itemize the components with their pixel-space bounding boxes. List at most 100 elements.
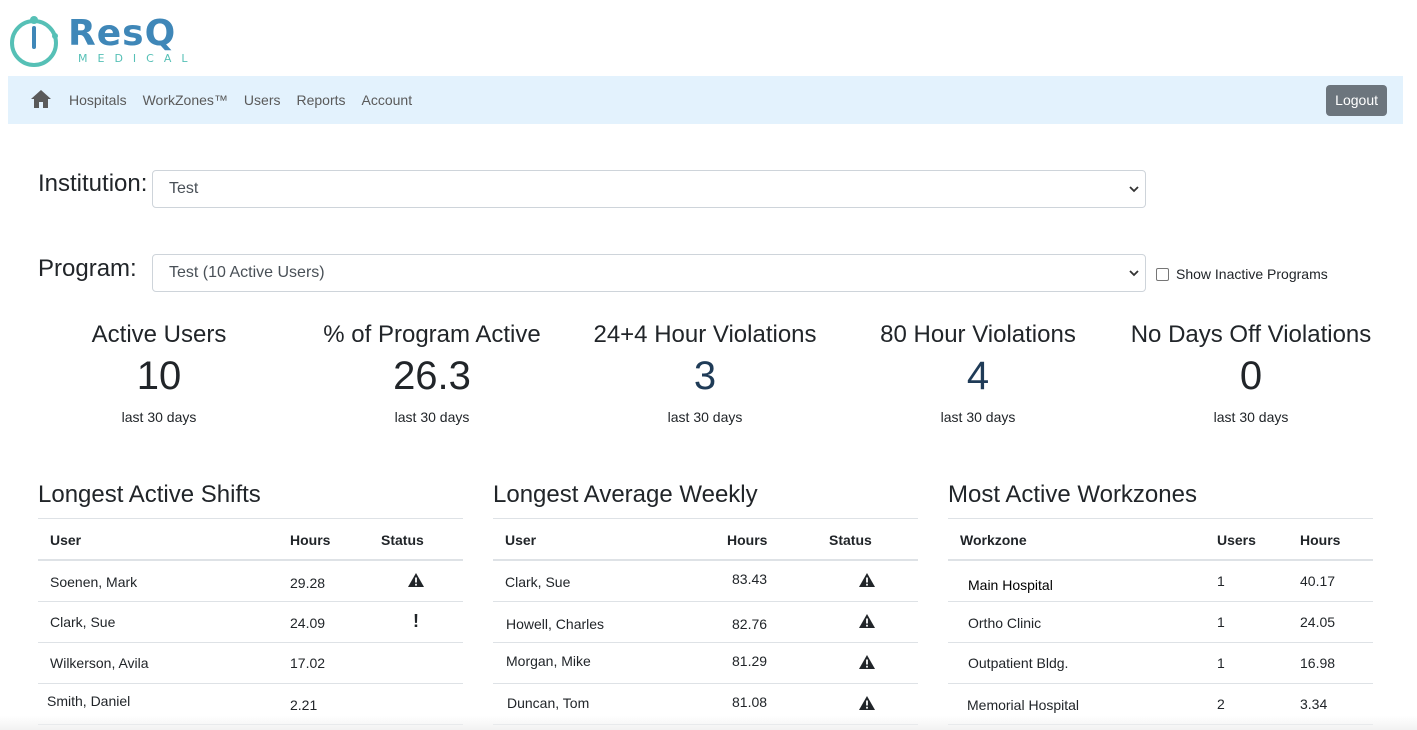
stat-no-days-off-violations: No Days Off Violations 0 last 30 days — [1106, 320, 1396, 426]
column-header-hours: Hours — [290, 532, 331, 548]
workzone-cell: Outpatient Bldg. — [968, 655, 1069, 671]
users-cell: 1 — [1217, 655, 1225, 671]
logo-mark-icon — [10, 16, 58, 67]
hours-cell: 2.21 — [290, 697, 318, 713]
exclamation-icon: ! — [413, 611, 419, 631]
longest-average-weekly-panel: Longest Average Weekly User Hours Status… — [493, 480, 918, 725]
user-cell: Howell, Charles — [506, 616, 605, 632]
longest-average-weekly-table: User Hours Status Clark, Sue 83.43 Howel… — [493, 518, 918, 725]
institution-select[interactable]: Test — [152, 170, 1146, 208]
stat-title: 80 Hour Violations — [880, 321, 1076, 348]
column-header-workzone: Workzone — [960, 532, 1027, 548]
panel-title: Longest Active Shifts — [38, 481, 261, 508]
nav-item-workzones[interactable]: WorkZones™ — [143, 92, 228, 108]
nav-item-hospitals[interactable]: Hospitals — [69, 92, 127, 108]
stat-period: last 30 days — [1213, 409, 1289, 425]
user-cell: Morgan, Mike — [506, 653, 591, 669]
program-select[interactable]: Test (10 Active Users) — [152, 254, 1146, 292]
users-cell: 2 — [1217, 696, 1225, 712]
stat-program-active: % of Program Active 26.3 last 30 days — [287, 320, 577, 426]
stat-active-users: Active Users 10 last 30 days — [14, 320, 304, 426]
table-row[interactable]: Soenen, Mark 29.28 — [38, 561, 463, 602]
institution-label: Institution: — [38, 170, 148, 197]
user-cell: Soenen, Mark — [50, 574, 138, 590]
column-header-status: Status — [829, 532, 872, 548]
hours-cell: 82.76 — [732, 616, 768, 632]
stat-value[interactable]: 4 — [833, 352, 1123, 400]
hours-cell: 81.08 — [732, 694, 768, 710]
table-row[interactable]: Main Hospital 1 40.17 — [948, 561, 1373, 602]
table-row[interactable]: Wilkerson, Avila 17.02 — [38, 643, 463, 684]
nav-item-account[interactable]: Account — [362, 92, 413, 108]
user-cell: Clark, Sue — [50, 614, 116, 630]
table-row[interactable]: Ortho Clinic 1 24.05 — [948, 602, 1373, 643]
show-inactive-checkbox[interactable] — [1156, 267, 1169, 281]
longest-active-shifts-table: User Hours Status Soenen, Mark 29.28 Cla… — [38, 518, 463, 725]
stat-24-4-violations[interactable]: 24+4 Hour Violations 3 last 30 days — [560, 320, 850, 426]
stat-value: 0 — [1239, 354, 1263, 398]
column-header-user: User — [505, 532, 537, 548]
longest-active-shifts-panel: Longest Active Shifts User Hours Status … — [38, 480, 463, 725]
stat-title: Active Users — [91, 321, 227, 348]
stat-period: last 30 days — [394, 409, 470, 425]
workzone-cell: Ortho Clinic — [968, 615, 1042, 631]
nav-item-reports[interactable]: Reports — [296, 92, 345, 108]
stat-title: 24+4 Hour Violations — [593, 321, 817, 348]
home-icon[interactable] — [30, 89, 52, 109]
warning-icon — [408, 573, 424, 587]
hours-cell: 83.43 — [732, 571, 768, 587]
table-row[interactable]: Outpatient Bldg. 1 16.98 — [948, 643, 1373, 684]
hours-cell: 24.05 — [1300, 614, 1336, 630]
warning-icon — [859, 573, 875, 587]
user-cell: Smith, Daniel — [47, 693, 131, 709]
brand-name: ResQ — [68, 13, 177, 54]
hours-cell: 16.98 — [1300, 655, 1336, 671]
hours-cell: 40.17 — [1300, 573, 1336, 589]
nav-item-users[interactable]: Users — [244, 92, 281, 108]
user-cell: Clark, Sue — [505, 574, 571, 590]
stat-title: % of Program Active — [323, 321, 541, 348]
table-row[interactable]: Clark, Sue 24.09 ! — [38, 602, 463, 643]
workzone-cell: Memorial Hospital — [967, 697, 1080, 713]
column-header-users: Users — [1217, 532, 1256, 548]
workzone-cell: Main Hospital — [968, 577, 1053, 593]
stat-80-hour-violations[interactable]: 80 Hour Violations 4 last 30 days — [833, 320, 1123, 426]
nav-links: Hospitals WorkZones™ Users Reports Accou… — [69, 76, 428, 124]
stat-value[interactable]: 3 — [560, 352, 850, 400]
stat-period: last 30 days — [940, 409, 1016, 425]
institution-select-value: Test — [169, 180, 199, 197]
column-header-hours: Hours — [727, 532, 768, 548]
warning-icon — [859, 614, 875, 628]
users-cell: 1 — [1217, 573, 1225, 589]
stat-value: 26.3 — [393, 354, 471, 398]
table-row[interactable]: Clark, Sue 83.43 — [493, 561, 918, 602]
panel-title: Longest Average Weekly — [493, 481, 758, 508]
chevron-down-icon — [1129, 270, 1139, 277]
column-header-status: Status — [381, 532, 424, 548]
stat-period: last 30 days — [667, 409, 743, 425]
hours-cell: 17.02 — [290, 655, 326, 671]
resq-logo[interactable]: ResQ MEDICAL — [8, 12, 188, 70]
stat-period: last 30 days — [121, 409, 197, 425]
program-select-value: Test (10 Active Users) — [169, 264, 325, 281]
table-header: User Hours Status — [38, 519, 463, 561]
stat-value: 10 — [136, 354, 182, 398]
table-header: Workzone Users Hours — [948, 519, 1373, 561]
hours-cell: 29.28 — [290, 575, 326, 591]
stat-title: No Days Off Violations — [1130, 321, 1372, 348]
table-header: User Hours Status — [493, 519, 918, 561]
show-inactive-label: Show Inactive Programs — [1176, 266, 1328, 282]
user-cell: Wilkerson, Avila — [50, 655, 149, 671]
table-row[interactable]: Howell, Charles 82.76 — [493, 602, 918, 643]
brand-tagline: MEDICAL — [78, 52, 198, 65]
most-active-workzones-panel: Most Active Workzones Workzone Users Hou… — [948, 480, 1373, 725]
show-inactive-toggle[interactable]: Show Inactive Programs — [1156, 266, 1328, 282]
column-header-hours: Hours — [1300, 532, 1341, 548]
users-cell: 1 — [1217, 614, 1225, 630]
table-row[interactable]: Morgan, Mike 81.29 — [493, 643, 918, 684]
logout-button[interactable]: Logout — [1326, 85, 1387, 116]
hours-cell: 24.09 — [290, 615, 326, 631]
column-header-user: User — [50, 532, 82, 548]
scroll-fade — [0, 716, 1417, 730]
program-label: Program: — [38, 255, 137, 282]
